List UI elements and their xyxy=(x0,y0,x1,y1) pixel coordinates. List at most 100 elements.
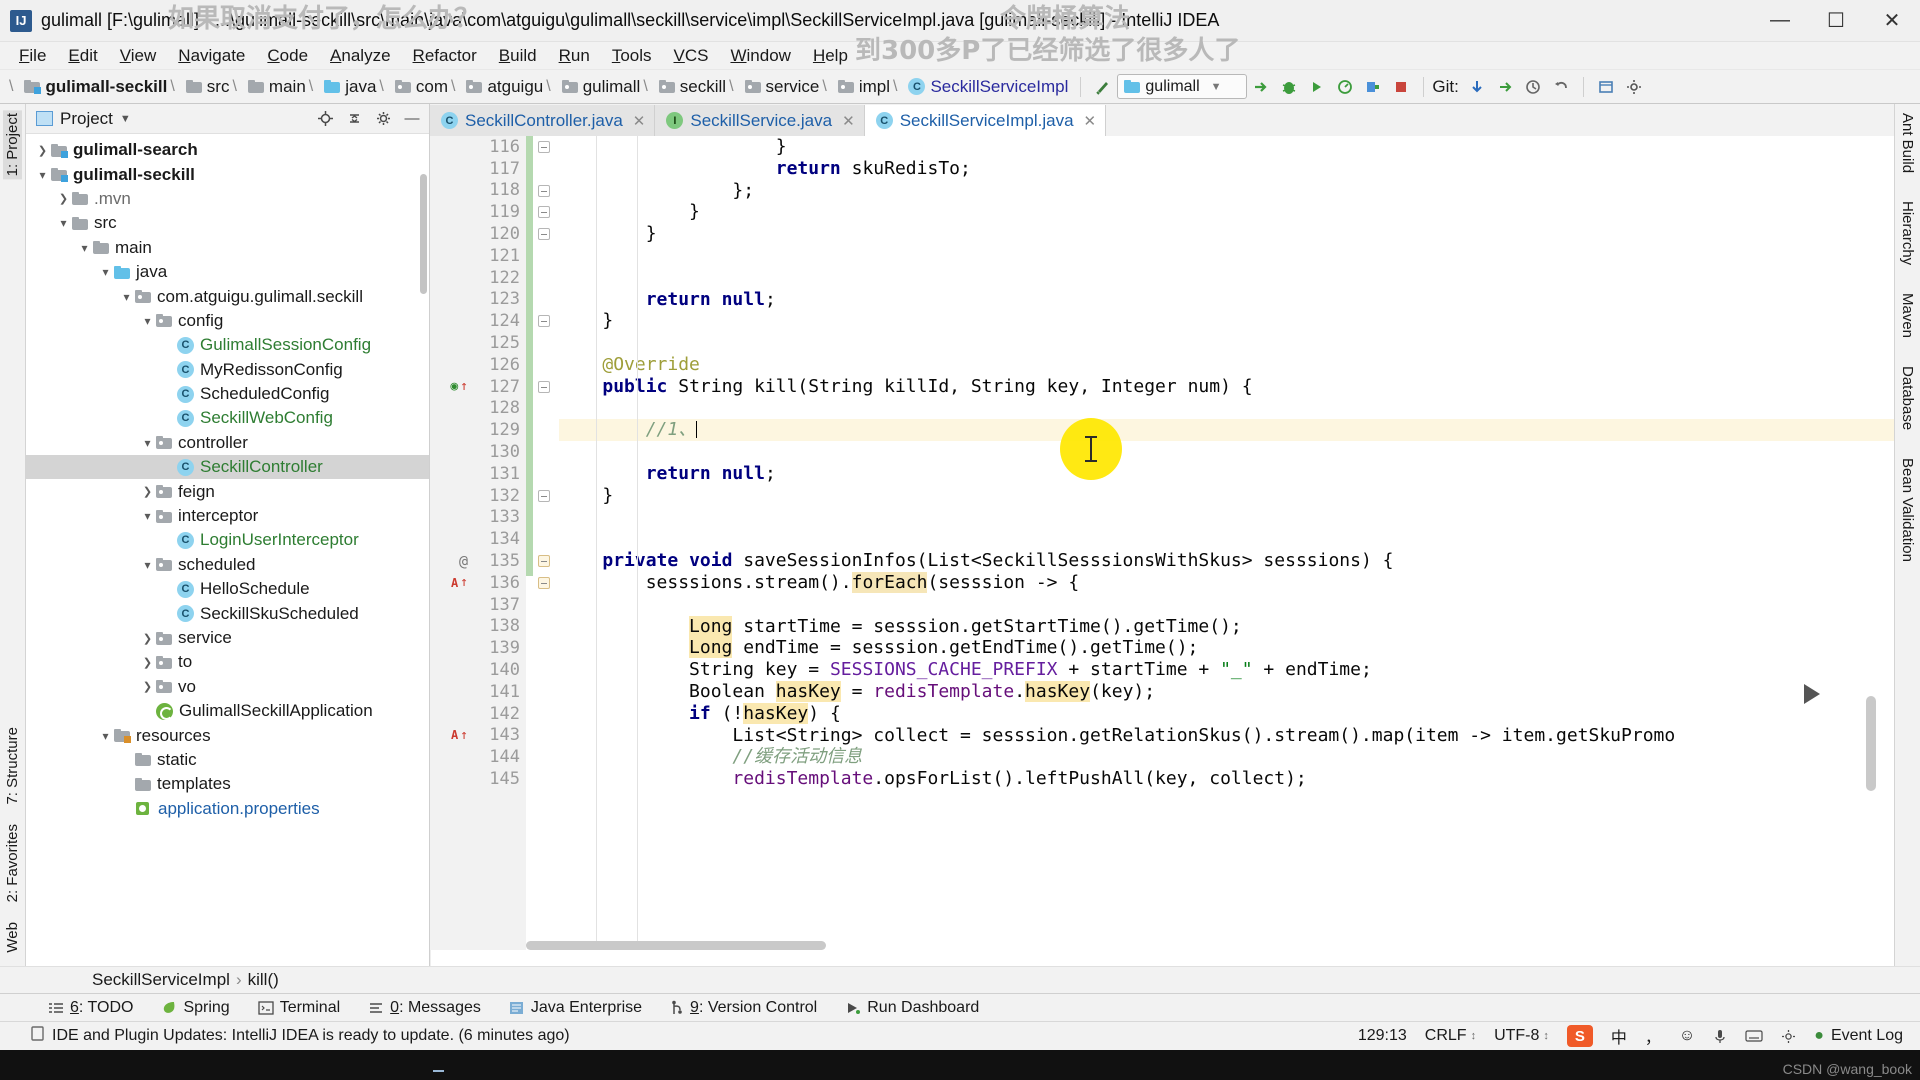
sidebar-item-web[interactable]: Web xyxy=(3,919,22,956)
chevron-down-icon[interactable]: ▾ xyxy=(55,216,72,230)
settings-icon[interactable] xyxy=(1620,74,1648,100)
close-tab-icon[interactable]: ✕ xyxy=(633,112,646,130)
gutter-line-137[interactable]: 137 xyxy=(430,594,526,616)
history-icon[interactable] xyxy=(1519,74,1547,100)
tree-item-scheduled[interactable]: ▾ scheduled xyxy=(26,553,429,577)
fold-marker-line-135[interactable] xyxy=(538,555,550,568)
code-line-122[interactable] xyxy=(559,267,1894,289)
tree-item-com-atguigu-gulimall-seckill[interactable]: ▾ com.atguigu.gulimall.seckill xyxy=(26,284,429,308)
override-method-icon[interactable]: A ↑ xyxy=(451,575,468,590)
chevron-right-icon[interactable]: ❯ xyxy=(139,632,156,645)
menu-item-window[interactable]: Window xyxy=(719,43,801,69)
line-separator-selector[interactable]: CRLF ↕ xyxy=(1416,1027,1485,1045)
tree-item-to[interactable]: ❯ to xyxy=(26,650,429,674)
run-configuration-selector[interactable]: gulimall ▼ xyxy=(1117,74,1248,99)
code-line-145[interactable]: redisTemplate.opsForList().leftPushAll(k… xyxy=(559,768,1894,790)
chevron-right-icon[interactable]: ❯ xyxy=(139,656,156,669)
minimize-button[interactable]: — xyxy=(1752,0,1808,42)
close-tab-icon[interactable]: ✕ xyxy=(1084,112,1097,130)
tree-item-seckillcontroller[interactable]: C SeckillController xyxy=(26,455,429,480)
code-line-142[interactable]: if (!hasKey) { xyxy=(559,702,1894,725)
breadcrumb-main[interactable]: main \ xyxy=(244,75,320,99)
right-strip-item-bean-validation[interactable]: Bean Validation xyxy=(1898,455,1917,565)
gutter-line-136[interactable]: 136 A ↑ xyxy=(430,572,526,594)
chevron-down-icon[interactable]: ▾ xyxy=(139,314,156,328)
menu-item-analyze[interactable]: Analyze xyxy=(319,43,401,69)
fold-marker-line-116[interactable] xyxy=(538,141,550,153)
tree-item-application-properties[interactable]: application.properties xyxy=(26,797,429,821)
menu-item-code[interactable]: Code xyxy=(256,43,319,69)
gutter-line-128[interactable]: 128 xyxy=(430,398,526,420)
tool-window-spring[interactable]: Spring xyxy=(147,997,243,1019)
rollback-icon[interactable] xyxy=(1547,74,1575,100)
gutter-line-139[interactable]: 139 xyxy=(430,637,526,659)
encoding-selector[interactable]: UTF-8 ↕ xyxy=(1485,1027,1558,1045)
tree-item-seckillwebconfig[interactable]: C SeckillWebConfig xyxy=(26,406,429,430)
code-line-131[interactable]: return null; xyxy=(559,463,1894,485)
project-tree-scrollbar[interactable] xyxy=(420,174,427,294)
tree-item-gulimall-seckill[interactable]: ▾ gulimall-seckill xyxy=(26,162,429,186)
fold-marker-line-124[interactable] xyxy=(538,315,550,328)
gutter-line-127[interactable]: 127 ◉ ↑ xyxy=(430,376,526,398)
gutter-line-141[interactable]: 141 xyxy=(430,681,526,703)
event-log-button[interactable]: ● Event Log xyxy=(1805,1027,1912,1045)
gutter-line-132[interactable]: 132 xyxy=(430,485,526,507)
chevron-down-icon[interactable]: ▾ xyxy=(34,168,51,182)
tree-item-interceptor[interactable]: ▾ interceptor xyxy=(26,504,429,528)
menu-item-edit[interactable]: Edit xyxy=(57,43,108,69)
update-project-icon[interactable] xyxy=(1463,74,1491,100)
tree-item-java[interactable]: ▾ java xyxy=(26,260,429,284)
chevron-down-icon[interactable]: ▾ xyxy=(76,241,93,255)
code-line-134[interactable] xyxy=(559,528,1894,550)
tree-item-myredissonconfig[interactable]: C MyRedissonConfig xyxy=(26,358,429,382)
fold-marker-line-118[interactable] xyxy=(538,184,550,197)
menu-item-vcs[interactable]: VCS xyxy=(663,43,720,69)
breadcrumb-gulimall-seckill[interactable]: gulimall-seckill \ xyxy=(20,75,181,99)
breadcrumb-method[interactable]: kill() xyxy=(248,970,279,990)
tree-item-seckillskuscheduled[interactable]: C SeckillSkuScheduled xyxy=(26,601,429,625)
fold-marker-line-120[interactable] xyxy=(538,228,550,241)
menu-item-view[interactable]: View xyxy=(109,43,168,69)
profile-icon[interactable] xyxy=(1331,74,1359,100)
editor-horizontal-scrollbar[interactable] xyxy=(526,941,1876,950)
code-line-143[interactable]: List<String> collect = sesssion.getRelat… xyxy=(559,725,1894,747)
code-line-137[interactable] xyxy=(559,594,1894,616)
gutter-line-131[interactable]: 131 xyxy=(430,463,526,485)
code-line-133[interactable] xyxy=(559,507,1894,529)
tree-item-loginuserinterceptor[interactable]: C LoginUserInterceptor xyxy=(26,528,429,552)
gutter-line-123[interactable]: 123 xyxy=(430,289,526,311)
code-text[interactable]: } return skuRedisTo; }; } } return null;… xyxy=(555,136,1894,950)
commit-icon[interactable] xyxy=(1491,74,1519,100)
caret-position[interactable]: 129:13 xyxy=(1349,1027,1416,1045)
line-number-gutter[interactable]: 116 117 118 119 120 121 122 123 124 125 126 127 ◉ ↑ 12… xyxy=(430,136,526,950)
gutter-line-138[interactable]: 138 xyxy=(430,616,526,638)
breadcrumb-service[interactable]: service \ xyxy=(741,75,834,99)
close-tab-icon[interactable]: ✕ xyxy=(842,112,855,130)
gutter-line-140[interactable]: 140 xyxy=(430,659,526,681)
sidebar-item-favorites[interactable]: 2: Favorites xyxy=(3,821,22,905)
tree-item-src[interactable]: ▾ src xyxy=(26,211,429,235)
menu-item-tools[interactable]: Tools xyxy=(601,43,663,69)
project-tree[interactable]: ❯ gulimall-search ▾ gulimall-seckill ❯ .mvn ▾ s… xyxy=(26,134,429,966)
code-line-119[interactable]: } xyxy=(559,201,1894,223)
mic-icon[interactable] xyxy=(1704,1028,1736,1045)
tree-item--mvn[interactable]: ❯ .mvn xyxy=(26,187,429,211)
tool-window-9-version-control[interactable]: 9: Version Control xyxy=(656,997,831,1019)
gear-icon[interactable] xyxy=(372,108,394,130)
attach-debugger-icon[interactable] xyxy=(1359,74,1387,100)
implementing-method-icon[interactable]: ◉ ↑ xyxy=(450,379,468,394)
editor-tab-seckillcontroller[interactable]: C SeckillController.java ✕ xyxy=(430,105,656,136)
editor-marker-tick[interactable] xyxy=(433,1070,444,1072)
menu-item-file[interactable]: File xyxy=(8,43,57,69)
tree-item-resources[interactable]: ▾ resources xyxy=(26,723,429,747)
tool-window-6-todo[interactable]: 6: TODO xyxy=(34,997,147,1019)
collapse-all-icon[interactable] xyxy=(343,108,365,130)
code-line-120[interactable]: } xyxy=(559,223,1894,245)
gutter-line-116[interactable]: 116 xyxy=(430,136,526,158)
editor-tab-seckillservice[interactable]: I SeckillService.java ✕ xyxy=(655,105,865,136)
gutter-line-126[interactable]: 126 xyxy=(430,354,526,376)
editor-marker-strip[interactable] xyxy=(430,950,446,1072)
code-line-116[interactable]: } xyxy=(559,136,1894,158)
gutter-line-120[interactable]: 120 xyxy=(430,223,526,245)
code-line-124[interactable]: } xyxy=(559,310,1894,332)
